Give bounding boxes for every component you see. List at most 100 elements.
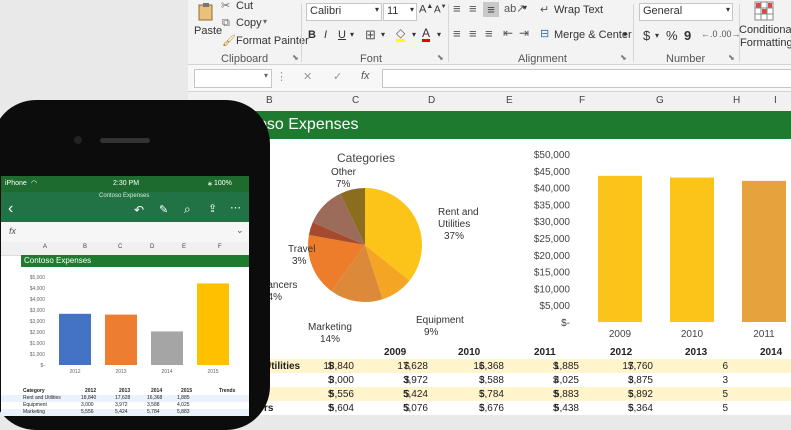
- dialog-launcher-icon[interactable]: ⬊: [292, 53, 299, 62]
- phone-bar-chart[interactable]: $5,000 $4,000 $4,000 $3,000 $3,000 $2,000 $1,0…: [21, 269, 249, 379]
- align-right-icon[interactable]: ≡: [485, 26, 493, 41]
- format-painter-button[interactable]: Format Painter: [236, 35, 309, 47]
- phone-status-bar: iPhone ◠ 2:30 PM ∗ 100%: [1, 176, 249, 192]
- fill-color-icon[interactable]: ◇: [396, 27, 406, 42]
- draw-icon[interactable]: ✎: [159, 203, 168, 216]
- phone-bar-2012[interactable]: [59, 313, 91, 365]
- column-header[interactable]: D: [428, 95, 435, 106]
- conditional-formatting-icon[interactable]: [754, 1, 774, 21]
- decrease-font-icon[interactable]: A▼: [434, 4, 447, 15]
- align-left-icon[interactable]: ≡: [453, 26, 461, 41]
- borders-icon[interactable]: ⊞: [365, 27, 376, 43]
- cancel-icon[interactable]: ✕: [303, 70, 312, 83]
- chevron-down-icon[interactable]: ▾: [381, 30, 385, 39]
- formula-bar: ▾ ⋮ ✕ ✓ fx: [188, 65, 791, 92]
- column-header[interactable]: I: [774, 95, 777, 106]
- phone-bar-2015[interactable]: [197, 283, 229, 365]
- underline-icon[interactable]: U: [338, 29, 346, 41]
- column-header[interactable]: H: [733, 95, 740, 106]
- table-cell[interactable]: 4,025: [539, 375, 579, 386]
- align-middle-icon[interactable]: ≡: [469, 1, 477, 16]
- share-icon[interactable]: ⇪: [208, 202, 217, 215]
- table-cell[interactable]: 5,556: [314, 389, 354, 400]
- conditional-formatting-button[interactable]: Conditional: [739, 24, 791, 36]
- decrease-decimal-icon[interactable]: .00→: [719, 29, 741, 39]
- back-icon[interactable]: ‹: [8, 200, 13, 218]
- align-bottom-icon[interactable]: ≡: [483, 2, 499, 17]
- merge-center-button[interactable]: Merge & Center: [554, 29, 632, 41]
- more-icon[interactable]: ⋮: [276, 70, 287, 83]
- column-header[interactable]: C: [352, 95, 359, 106]
- chevron-down-icon[interactable]: ⌄: [236, 225, 244, 236]
- align-top-icon[interactable]: ≡: [453, 1, 461, 16]
- copy-button[interactable]: Copy: [236, 17, 262, 29]
- chevron-down-icon[interactable]: ▾: [350, 30, 354, 39]
- font-size-dropdown[interactable]: 11 ▾: [383, 3, 417, 21]
- chevron-down-icon[interactable]: ▾: [263, 17, 267, 26]
- italic-icon[interactable]: I: [324, 29, 327, 41]
- align-center-icon[interactable]: ≡: [469, 26, 477, 41]
- dialog-launcher-icon[interactable]: ⬊: [620, 53, 627, 62]
- table-row[interactable]: rs$5,604$5,076$5,676$5,438$5,364$5: [188, 401, 791, 415]
- increase-decimal-icon[interactable]: ←.0: [701, 29, 718, 39]
- chevron-down-icon[interactable]: ▾: [437, 30, 441, 39]
- chevron-down-icon[interactable]: ▾: [655, 31, 659, 40]
- column-header[interactable]: B: [266, 95, 273, 106]
- comma-button[interactable]: 9: [684, 28, 691, 43]
- table-cell[interactable]: 5: [688, 389, 728, 400]
- sheet-title-band: oso Expenses: [188, 111, 791, 139]
- undo-icon[interactable]: ↶: [134, 203, 144, 217]
- table-cell[interactable]: 1,885: [539, 361, 579, 372]
- chevron-down-icon[interactable]: ▾: [412, 30, 416, 39]
- table-cell[interactable]: 5,604: [314, 403, 354, 414]
- phone-table-row[interactable]: Rent and Utilities 18,840 17,628 16,368 1,88…: [1, 395, 249, 402]
- search-icon[interactable]: ⌕: [184, 202, 191, 217]
- number-format-dropdown[interactable]: General ▾: [639, 3, 733, 21]
- increase-font-icon[interactable]: A▲: [419, 3, 433, 16]
- decrease-indent-icon[interactable]: ⇤: [503, 26, 513, 40]
- phone-table-row[interactable]: Equipment 3,000 3,972 3,588 4,025: [1, 402, 249, 409]
- font-name-dropdown[interactable]: Calibri ▾: [306, 3, 382, 21]
- column-header[interactable]: E: [506, 95, 513, 106]
- phone-bar-2014[interactable]: [151, 331, 183, 365]
- bar-2009[interactable]: [598, 175, 642, 322]
- bar-2010[interactable]: [670, 177, 714, 322]
- enter-icon[interactable]: ✓: [333, 70, 342, 83]
- column-header[interactable]: F: [579, 95, 585, 106]
- name-box[interactable]: ▾: [194, 69, 272, 88]
- table-cell[interactable]: 5,883: [539, 389, 579, 400]
- table-cell[interactable]: 5: [688, 403, 728, 414]
- dialog-launcher-icon[interactable]: ⬊: [437, 53, 444, 62]
- chevron-down-icon[interactable]: ▾: [623, 30, 627, 39]
- chevron-down-icon[interactable]: ▾: [523, 3, 527, 12]
- cut-button[interactable]: Cut: [236, 0, 253, 12]
- phone-formula-bar[interactable]: fx ⌄: [1, 222, 249, 243]
- more-icon[interactable]: ⋯: [230, 201, 241, 214]
- percent-button[interactable]: %: [666, 28, 678, 43]
- table-cell[interactable]: 6: [688, 361, 728, 372]
- table-cell[interactable]: 3: [688, 375, 728, 386]
- table-cell[interactable]: 5,438: [539, 403, 579, 414]
- paste-button[interactable]: Paste: [194, 25, 222, 37]
- currency-button[interactable]: $: [643, 28, 650, 43]
- fx-icon[interactable]: fx: [361, 70, 370, 82]
- formula-input[interactable]: [382, 69, 791, 88]
- y-tick-label: $25,000: [534, 234, 571, 245]
- paste-icon[interactable]: [196, 2, 216, 22]
- wrap-text-button[interactable]: Wrap Text: [554, 4, 603, 16]
- table-header-cell: 2012: [610, 347, 633, 358]
- phone-speaker: [100, 138, 150, 143]
- phone-bar-2013[interactable]: [105, 314, 137, 365]
- increase-indent-icon[interactable]: ⇥: [519, 26, 529, 40]
- bar-chart[interactable]: $50,000 $45,000 $40,000 $35,000 $30,000 $25,0…: [508, 148, 791, 343]
- font-color-icon[interactable]: A: [422, 27, 431, 42]
- bold-icon[interactable]: B: [308, 29, 316, 41]
- bar-2011[interactable]: [742, 180, 786, 322]
- pie-chart[interactable]: Categories Rent and Utilities 37% Other 7% …: [248, 140, 478, 345]
- x-tick-label: 2009: [609, 329, 632, 340]
- conditional-formatting-button-line2[interactable]: Formatting: [740, 37, 791, 49]
- table-cell[interactable]: 18,840: [314, 361, 354, 372]
- table-cell[interactable]: 3,000: [314, 375, 354, 386]
- column-header[interactable]: G: [656, 95, 664, 106]
- dialog-launcher-icon[interactable]: ⬊: [728, 53, 735, 62]
